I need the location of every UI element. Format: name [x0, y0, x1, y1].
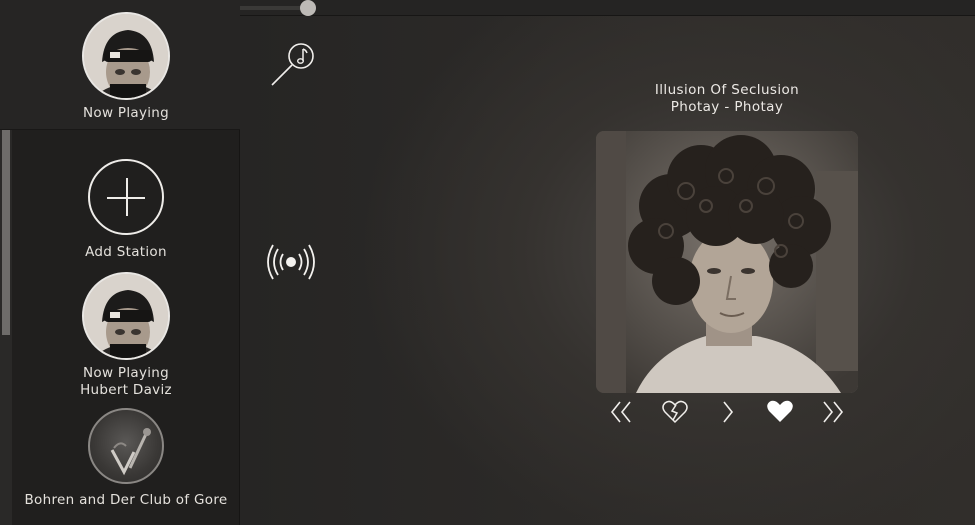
- stations-sidebar: Now Playing Add Station Now Playing Hube…: [0, 0, 240, 525]
- broadcast-icon[interactable]: [266, 242, 316, 282]
- track-title: Illusion Of Seclusion: [654, 82, 800, 98]
- broken-heart-icon[interactable]: [661, 398, 689, 426]
- album-art: [596, 131, 858, 393]
- now-playing-header[interactable]: Now Playing: [0, 0, 240, 130]
- avatar: [82, 12, 170, 100]
- progress-fill: [240, 6, 309, 10]
- now-playing-label: Now Playing: [82, 105, 170, 121]
- track-artist: Photay - Photay: [670, 99, 784, 115]
- progress-bar[interactable]: [240, 0, 975, 16]
- add-station-label: Add Station: [85, 244, 167, 260]
- station-item-hubert-daviz[interactable]: Now Playing Hubert Daviz: [12, 272, 240, 399]
- scrollbar[interactable]: [0, 130, 12, 525]
- add-station-button[interactable]: Add Station: [12, 159, 240, 261]
- plus-icon: [88, 159, 164, 235]
- player-area: Illusion Of Seclusion Photay - Photay: [240, 0, 975, 525]
- stations-list: Add Station Now Playing Hubert Daviz Boh…: [0, 130, 240, 525]
- heart-icon[interactable]: [766, 398, 794, 426]
- avatar: [82, 272, 170, 360]
- station-label: Bohren and Der Club of Gore: [24, 492, 228, 508]
- chevron-right-icon[interactable]: [720, 398, 736, 426]
- double-chevron-right-icon[interactable]: [820, 398, 844, 426]
- station-label: Now Playing Hubert Daviz: [80, 365, 172, 398]
- app-window: Now Playing Add Station Now Playing Hube…: [0, 0, 975, 525]
- now-playing-station[interactable]: Now Playing: [12, 12, 240, 122]
- progress-knob[interactable]: [300, 0, 317, 16]
- double-chevron-left-icon[interactable]: [610, 398, 634, 426]
- music-search-icon[interactable]: [268, 40, 318, 90]
- playback-controls: [596, 398, 858, 426]
- station-item-bohren[interactable]: Bohren and Der Club of Gore: [12, 408, 240, 509]
- station-artwork: [88, 408, 164, 484]
- scrollbar-thumb[interactable]: [2, 130, 10, 335]
